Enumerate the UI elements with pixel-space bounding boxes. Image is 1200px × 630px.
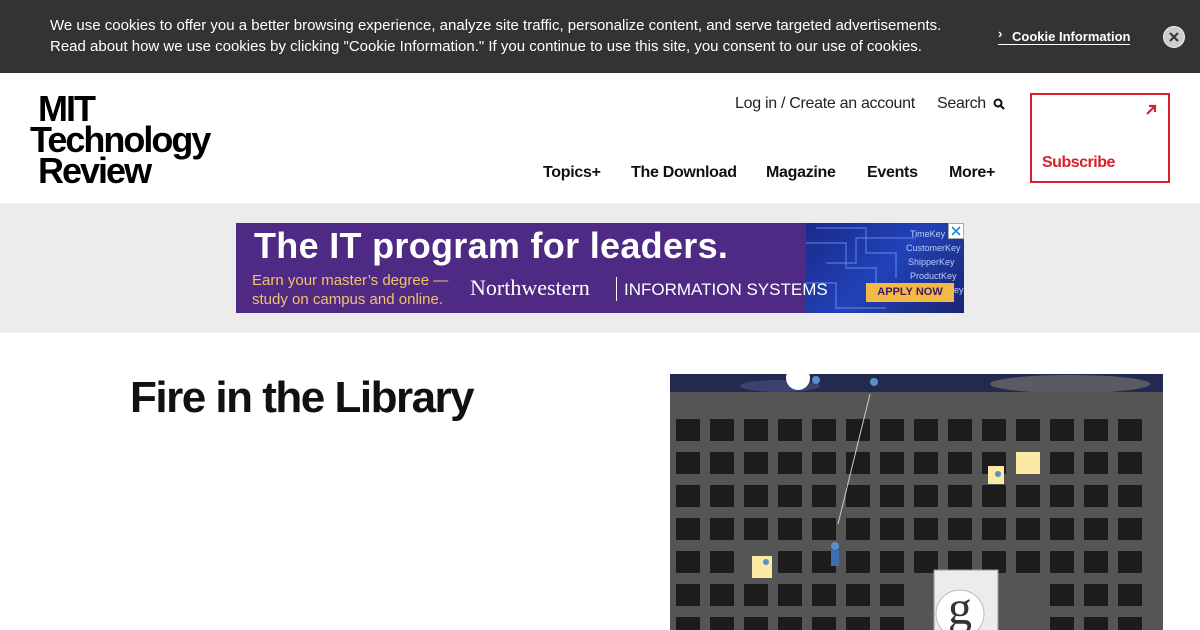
ad-close-icon[interactable] — [948, 223, 964, 239]
site-header: MIT Technology Review Log in / Create an… — [0, 73, 1200, 203]
cookie-information-label: Cookie Information — [1012, 29, 1131, 44]
ad-art-label: ShipperKey — [908, 257, 955, 267]
nav-the-download[interactable]: The Download — [631, 164, 737, 182]
ad-subline: Earn your master’s degree — study on cam… — [252, 271, 448, 309]
cookie-message: We use cookies to offer you a better bro… — [50, 17, 942, 55]
cookie-banner: We use cookies to offer you a better bro… — [0, 0, 1200, 73]
hero-illustration: g — [670, 374, 1163, 630]
ad-apply-button[interactable]: APPLY NOW — [866, 283, 954, 302]
ad-subline-1: Earn your master’s degree — — [252, 272, 449, 289]
article-title: Fire in the Library — [130, 373, 475, 422]
ad-art-label: CustomerKey — [906, 243, 961, 253]
nav-events[interactable]: Events — [867, 164, 918, 182]
external-arrow-icon — [1146, 104, 1157, 115]
ad-banner[interactable]: TimeKey CustomerKey ShipperKey ProductKe… — [236, 223, 964, 313]
search-button[interactable]: Search — [937, 95, 1005, 113]
ad-band: TimeKey CustomerKey ShipperKey ProductKe… — [0, 203, 1200, 333]
nav-topics[interactable]: Topics+ — [543, 164, 601, 182]
svg-text:g: g — [948, 582, 972, 630]
ad-subline-2: study on campus and online. — [252, 291, 443, 308]
ad-art-label: ProductKey — [910, 271, 957, 281]
nav-magazine[interactable]: Magazine — [766, 164, 836, 182]
ad-divider — [616, 277, 617, 301]
login-link[interactable]: Log in / Create an account — [735, 95, 915, 113]
ad-brand: Northwestern — [470, 275, 590, 300]
ad-headline: The IT program for leaders. — [254, 225, 729, 266]
subscribe-label: Subscribe — [1042, 154, 1115, 171]
search-icon — [993, 98, 1005, 110]
chevron-right-icon: › — [998, 26, 1003, 41]
nav-more[interactable]: More+ — [949, 164, 995, 182]
site-logo[interactable]: MIT Technology Review — [30, 91, 220, 189]
close-icon[interactable] — [1163, 26, 1185, 48]
search-label: Search — [937, 95, 986, 112]
ad-brand-unit: INFORMATION SYSTEMS — [624, 280, 828, 299]
ad-art-label: TimeKey — [910, 229, 946, 239]
cookie-information-link[interactable]: › Cookie Information — [998, 26, 1131, 45]
subscribe-button[interactable]: Subscribe — [1030, 93, 1170, 183]
